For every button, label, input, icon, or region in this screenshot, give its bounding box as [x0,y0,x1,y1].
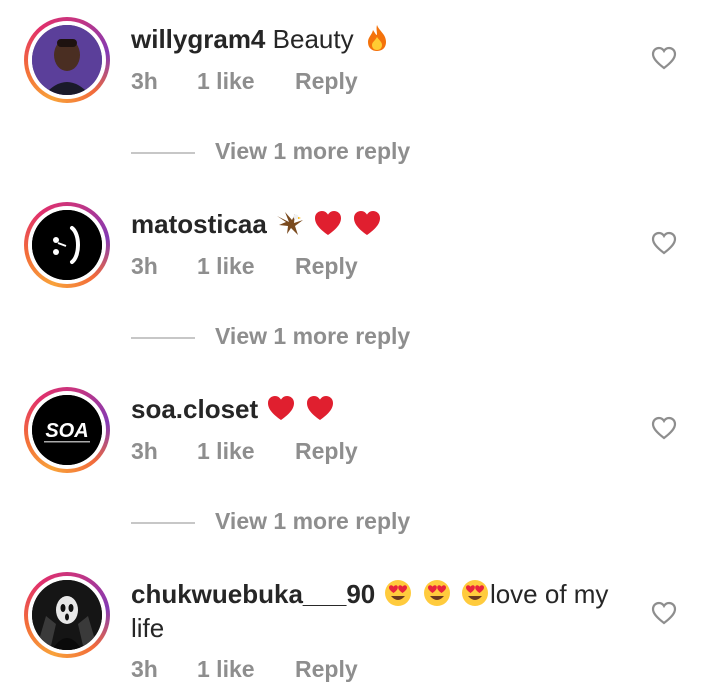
comment-likes[interactable]: 1 like [197,438,255,465]
comment-text-continued: life [131,611,631,645]
avatar[interactable] [32,580,102,650]
replies-divider [131,152,195,154]
avatar[interactable] [32,25,102,95]
profile-photo-icon [32,580,102,650]
red-heart-emoji-icon [268,396,295,420]
heart-eyes-emoji-icon [385,580,412,606]
logo-mark-icon [32,210,102,280]
reply-button[interactable]: Reply [295,656,358,683]
fire-emoji-icon [367,25,386,51]
avatar[interactable] [32,210,102,280]
like-heart-icon[interactable] [651,231,677,255]
reply-button[interactable]: Reply [295,253,358,280]
soa-logo-icon: SOA [32,395,102,465]
comment-username[interactable]: matosticaa [131,209,267,239]
comment-time: 3h [131,68,158,94]
comment-time: 3h [131,656,158,682]
profile-photo-icon [32,25,102,95]
reply-button[interactable]: Reply [295,438,358,465]
like-heart-icon[interactable] [651,416,677,440]
view-replies-label[interactable]: View 1 more reply [215,323,410,350]
eagle-emoji-icon [277,212,304,235]
avatar-story-ring[interactable] [24,572,110,658]
comment-likes[interactable]: 1 like [197,253,255,280]
heart-eyes-emoji-icon [423,580,450,606]
reply-button[interactable]: Reply [295,68,358,95]
replies-divider [131,337,195,339]
comment-text: matosticaa [131,207,631,241]
comment-text: soa.closet [131,392,631,426]
comment-likes[interactable]: 1 like [197,656,255,683]
comment-text: chukwuebuka___90 love of my [131,577,631,611]
comments-list: willygram4 Beauty 3h 1 like Reply View 1… [0,0,720,697]
comment-text: willygram4 Beauty [131,22,631,56]
heart-eyes-emoji-icon [461,580,488,606]
soa-logo-text: SOA [45,420,88,442]
red-heart-emoji-icon [353,211,380,235]
comment-username[interactable]: chukwuebuka___90 [131,579,375,609]
avatar-story-ring[interactable] [24,202,110,288]
like-heart-icon[interactable] [651,601,677,625]
avatar-story-ring[interactable] [24,17,110,103]
comment-time: 3h [131,438,158,464]
red-heart-emoji-icon [306,396,333,420]
view-replies-label[interactable]: View 1 more reply [215,508,410,535]
replies-divider [131,522,195,524]
comment-username[interactable]: soa.closet [131,394,258,424]
view-replies-label[interactable]: View 1 more reply [215,138,410,165]
comment-body: Beauty [272,24,354,54]
comment-likes[interactable]: 1 like [197,68,255,95]
comment-body: love of my [489,579,609,609]
comment-username[interactable]: willygram4 [131,24,265,54]
avatar-story-ring[interactable]: SOA [24,387,110,473]
like-heart-icon[interactable] [651,46,677,70]
avatar[interactable]: SOA [32,395,102,465]
comment-time: 3h [131,253,158,279]
red-heart-emoji-icon [315,211,342,235]
comment-body-line2: life [131,613,165,643]
